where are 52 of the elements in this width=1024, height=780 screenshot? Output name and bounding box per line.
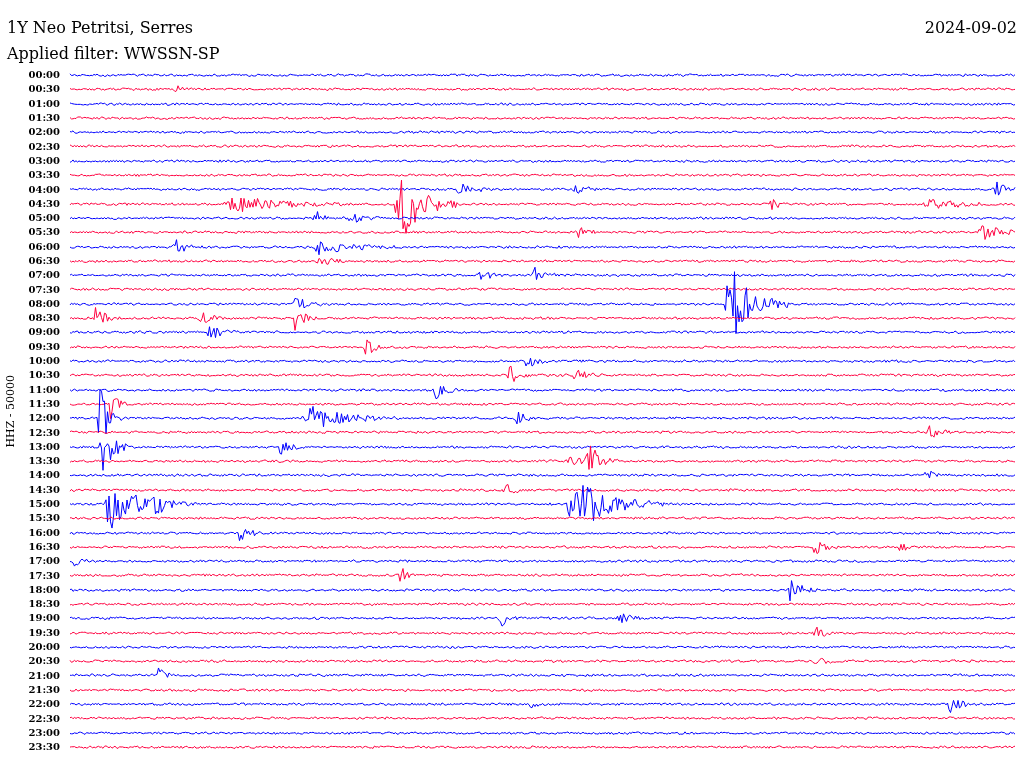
time-label: 19:00 bbox=[27, 612, 61, 625]
time-label: 17:30 bbox=[27, 569, 61, 582]
time-label: 16:30 bbox=[27, 540, 61, 553]
time-label: 10:00 bbox=[27, 355, 61, 368]
time-label: 01:30 bbox=[27, 112, 61, 125]
time-label: 03:00 bbox=[27, 154, 61, 167]
time-label: 22:00 bbox=[27, 698, 61, 711]
time-label: 02:00 bbox=[27, 126, 61, 139]
time-label: 21:00 bbox=[27, 669, 61, 682]
time-label: 07:00 bbox=[27, 269, 61, 282]
time-label: 14:00 bbox=[27, 469, 61, 482]
time-label: 10:30 bbox=[27, 369, 61, 382]
filter-label: Applied filter: WWSSN-SP bbox=[7, 44, 220, 63]
time-label: 23:30 bbox=[27, 741, 61, 754]
time-label: 22:30 bbox=[27, 712, 61, 725]
time-label: 03:30 bbox=[27, 169, 61, 182]
time-label: 00:00 bbox=[27, 69, 61, 82]
time-label: 23:00 bbox=[27, 726, 61, 739]
time-label: 09:30 bbox=[27, 340, 61, 353]
time-label: 07:30 bbox=[27, 283, 61, 296]
station-title: 1Y Neo Petritsi, Serres bbox=[7, 18, 194, 38]
time-label: 06:30 bbox=[27, 255, 61, 267]
time-label: 04:00 bbox=[27, 183, 61, 196]
time-label: 08:30 bbox=[27, 312, 61, 325]
date-label: 2024-09-02 bbox=[924, 18, 1017, 38]
time-label: 12:00 bbox=[27, 412, 61, 425]
time-label: 20:30 bbox=[27, 655, 61, 668]
time-label: 16:00 bbox=[27, 526, 61, 539]
time-label: 17:00 bbox=[27, 555, 61, 568]
time-label: 21:30 bbox=[27, 683, 61, 696]
time-label: 18:30 bbox=[27, 598, 61, 611]
time-label: 08:00 bbox=[27, 297, 61, 310]
time-label: 18:00 bbox=[27, 583, 61, 596]
time-label: 05:00 bbox=[27, 212, 61, 225]
time-label: 15:30 bbox=[27, 512, 61, 525]
time-label: 12:30 bbox=[27, 426, 61, 439]
time-label: 09:00 bbox=[27, 326, 61, 339]
time-label: 14:30 bbox=[27, 483, 61, 496]
time-label: 04:30 bbox=[27, 197, 61, 210]
time-label: 15:00 bbox=[27, 498, 61, 511]
time-label: 13:00 bbox=[27, 440, 61, 453]
time-label: 02:30 bbox=[27, 140, 61, 153]
time-label: 11:00 bbox=[27, 383, 61, 396]
time-label: 00:30 bbox=[27, 83, 61, 96]
y-axis-label: HHZ - 50000 bbox=[2, 374, 18, 448]
time-label: 19:30 bbox=[27, 626, 61, 639]
time-label: 05:30 bbox=[27, 226, 61, 239]
time-label: 20:00 bbox=[27, 641, 61, 653]
time-label: 06:00 bbox=[27, 240, 61, 253]
time-label: 13:30 bbox=[27, 455, 61, 468]
time-label: 01:00 bbox=[27, 97, 61, 110]
time-label: 11:30 bbox=[27, 397, 61, 410]
